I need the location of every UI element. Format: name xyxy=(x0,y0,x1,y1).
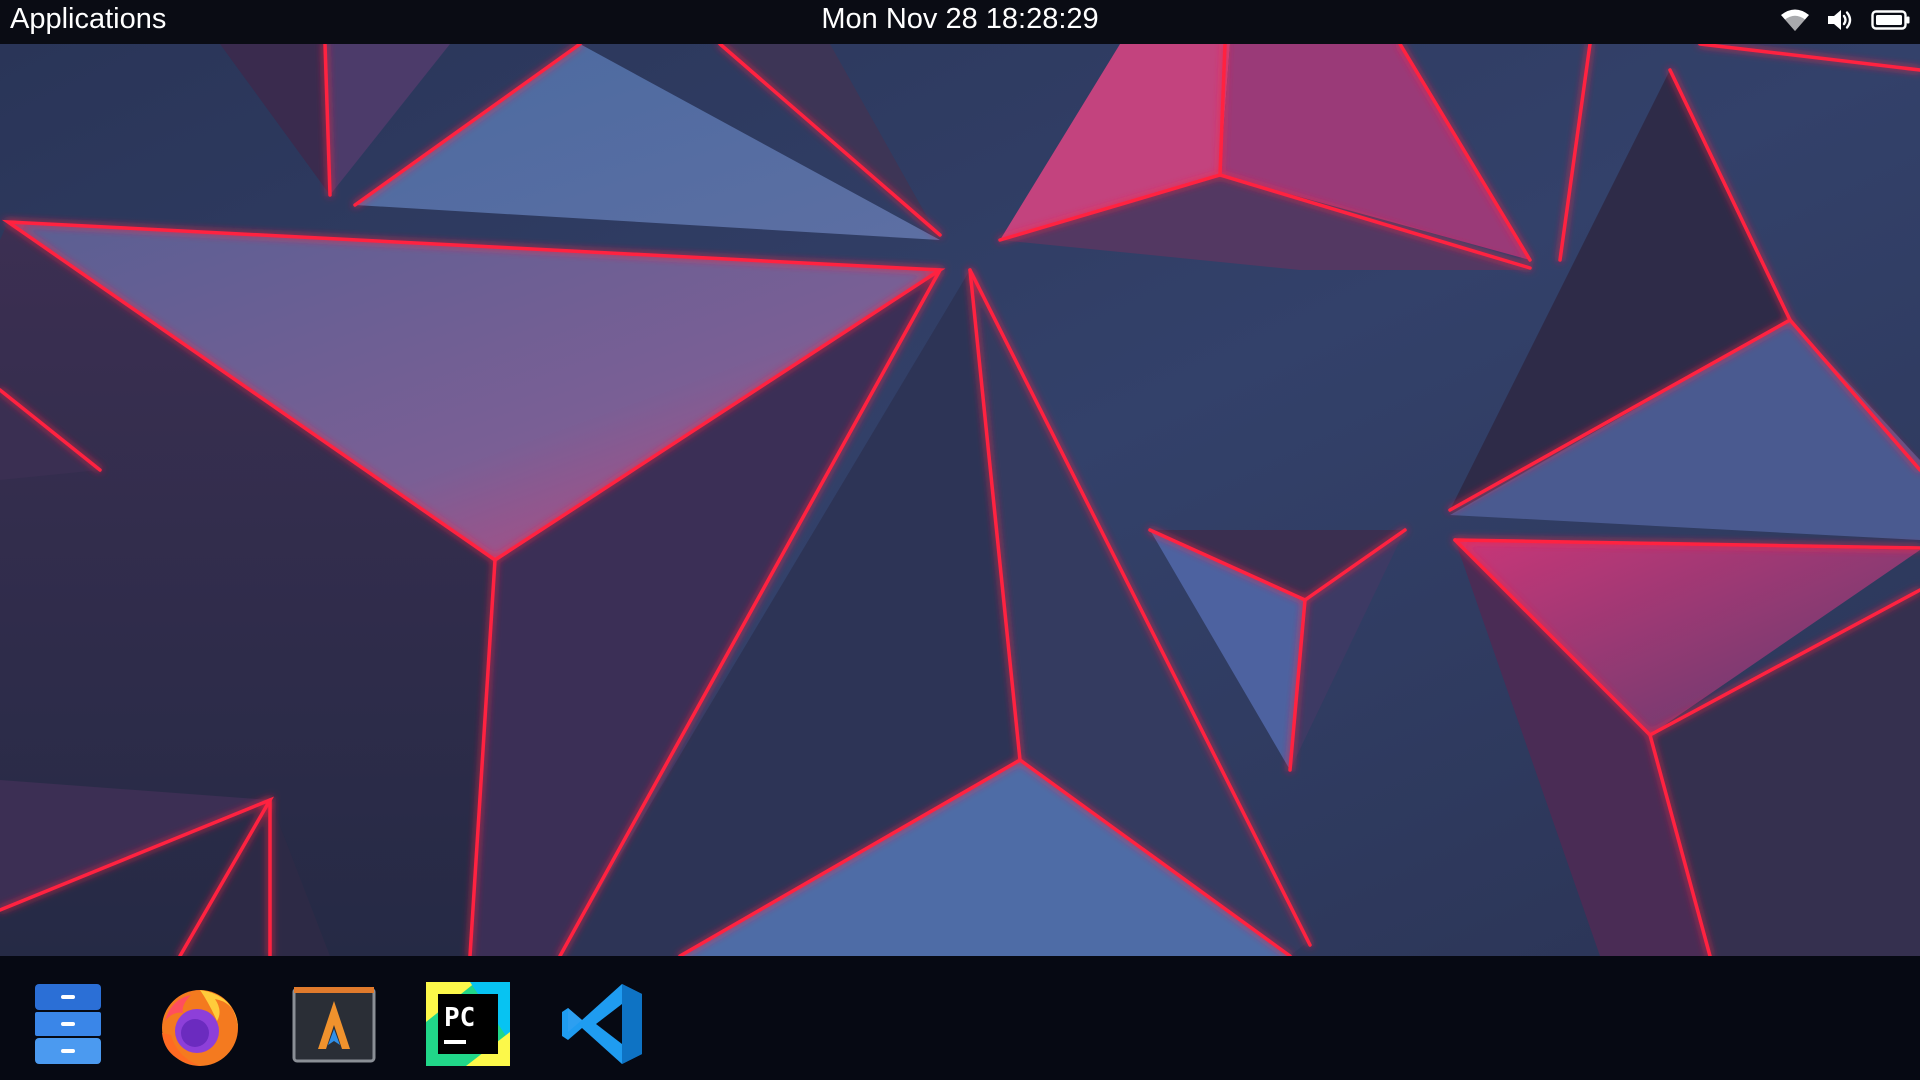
geometric-wallpaper xyxy=(0,44,1920,956)
desktop: Applications Mon Nov 28 18:28:29 PC xyxy=(0,0,1920,1080)
terminal-icon xyxy=(292,987,376,1063)
wifi-icon[interactable] xyxy=(1778,5,1812,35)
firefox-icon xyxy=(162,990,238,1066)
dock-item-files[interactable] xyxy=(24,980,112,1068)
system-tray xyxy=(1778,4,1912,36)
clock-container: Mon Nov 28 18:28:29 xyxy=(0,0,1920,38)
clock[interactable]: Mon Nov 28 18:28:29 xyxy=(821,3,1098,35)
applications-menu-button[interactable]: Applications xyxy=(10,0,166,38)
svg-text:PC: PC xyxy=(444,1003,475,1033)
dock-item-vscode[interactable] xyxy=(558,980,646,1068)
volume-icon[interactable] xyxy=(1824,5,1858,35)
vscode-icon xyxy=(562,984,642,1064)
battery-icon[interactable] xyxy=(1870,5,1912,35)
file-cabinet-icon xyxy=(35,984,101,1064)
dock-item-alacritty[interactable] xyxy=(290,980,378,1068)
dock: PC xyxy=(0,956,1920,1080)
pycharm-icon: PC xyxy=(426,982,510,1066)
dock-item-pycharm[interactable]: PC xyxy=(424,980,512,1068)
dock-item-firefox[interactable] xyxy=(156,980,244,1068)
top-panel: Applications Mon Nov 28 18:28:29 xyxy=(0,0,1920,44)
